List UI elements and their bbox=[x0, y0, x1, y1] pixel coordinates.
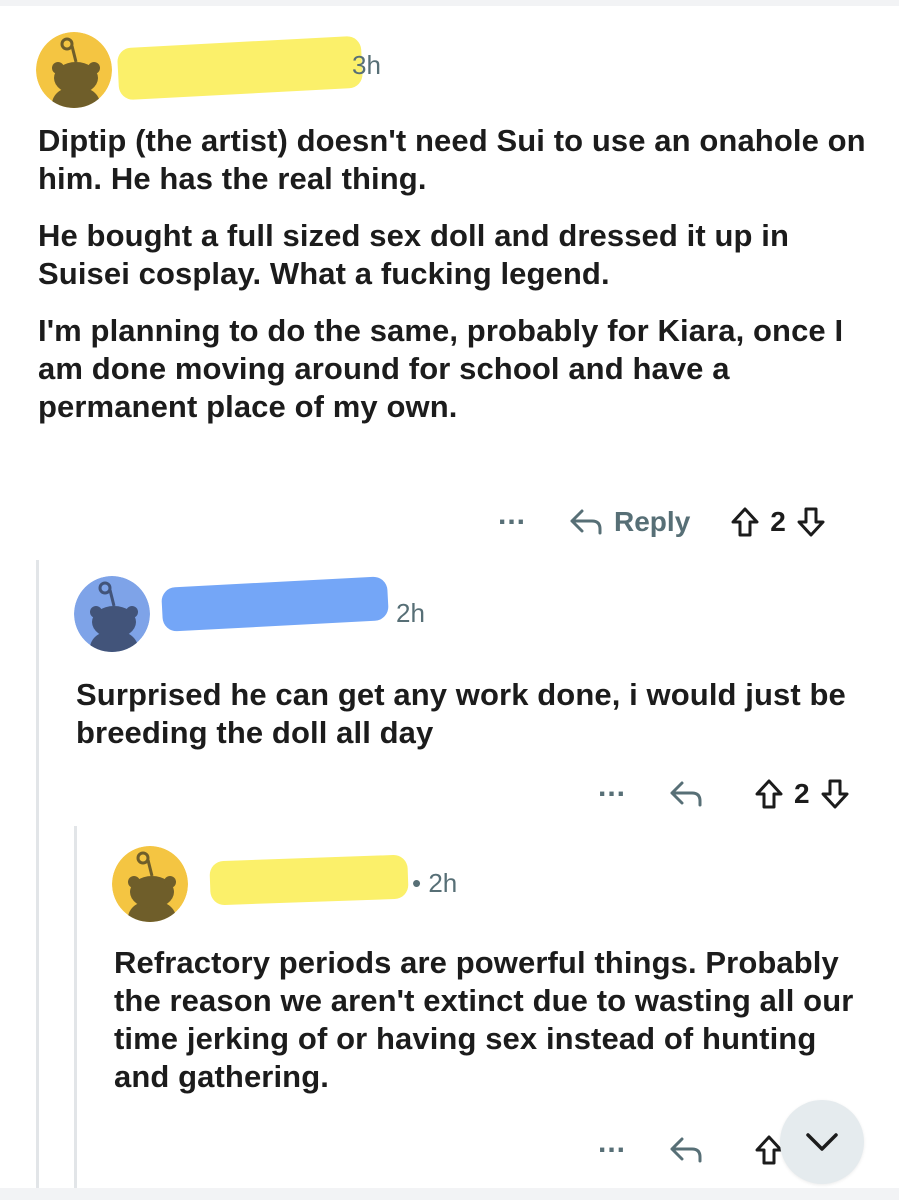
comment-age: • 2h bbox=[412, 868, 458, 898]
vote-score: 2 bbox=[794, 778, 810, 809]
snoo-avatar-icon bbox=[74, 576, 150, 652]
ellipsis-icon[interactable]: ... bbox=[598, 772, 626, 802]
thread-line[interactable] bbox=[74, 826, 77, 1200]
redacted-username bbox=[161, 576, 389, 632]
user-avatar[interactable] bbox=[36, 32, 112, 108]
comment-paragraph: Refractory periods are powerful things. … bbox=[114, 945, 854, 1094]
downvote-arrow-icon[interactable] bbox=[796, 506, 826, 538]
reply-button[interactable]: Reply bbox=[568, 506, 690, 538]
comment-paragraph: I'm planning to do the same, probably fo… bbox=[38, 313, 844, 424]
comment-body: Refractory periods are powerful things. … bbox=[114, 944, 854, 1115]
ellipsis-icon[interactable]: ... bbox=[498, 500, 526, 530]
reply-arrow-icon bbox=[668, 1135, 704, 1165]
downvote-arrow-icon[interactable] bbox=[820, 778, 850, 810]
redacted-username bbox=[116, 35, 364, 101]
vote-score: 2 bbox=[770, 506, 786, 537]
scroll-down-button[interactable] bbox=[780, 1100, 864, 1184]
comment-age: 2h bbox=[396, 598, 425, 628]
snoo-avatar-icon bbox=[36, 32, 112, 108]
user-avatar[interactable] bbox=[112, 846, 188, 922]
comment-actions: ... bbox=[598, 1128, 794, 1170]
reply-button[interactable] bbox=[668, 1135, 714, 1165]
upvote-arrow-icon[interactable] bbox=[730, 506, 760, 538]
reply-arrow-icon bbox=[668, 779, 704, 809]
chevron-down-icon bbox=[804, 1131, 840, 1153]
vote-controls: 2 bbox=[730, 506, 826, 538]
reply-label: Reply bbox=[614, 506, 691, 537]
comment-age: 3h bbox=[352, 50, 381, 80]
comment-meta: 2h bbox=[396, 598, 425, 629]
comment-paragraph: He bought a full sized sex doll and dres… bbox=[38, 218, 790, 291]
comment-paragraph: Surprised he can get any work done, i wo… bbox=[76, 677, 846, 750]
top-strip bbox=[0, 0, 899, 6]
reply-button[interactable] bbox=[668, 779, 714, 809]
comment-actions: ... 2 bbox=[598, 772, 850, 814]
comment-meta: 3h bbox=[352, 50, 381, 81]
user-avatar[interactable] bbox=[74, 576, 150, 652]
comment-actions: ... Reply 2 bbox=[498, 500, 826, 542]
comment-paragraph: Diptip (the artist) doesn't need Sui to … bbox=[38, 123, 866, 196]
redacted-username bbox=[209, 854, 409, 906]
bottom-strip bbox=[0, 1188, 899, 1200]
comment-body: Diptip (the artist) doesn't need Sui to … bbox=[38, 122, 868, 445]
comment-body: Surprised he can get any work done, i wo… bbox=[76, 676, 866, 771]
snoo-avatar-icon bbox=[112, 846, 188, 922]
comment-meta: • 2h bbox=[412, 868, 457, 899]
vote-controls: 2 bbox=[754, 778, 850, 810]
ellipsis-icon[interactable]: ... bbox=[598, 1128, 626, 1158]
thread-line[interactable] bbox=[36, 560, 39, 1200]
reply-arrow-icon bbox=[568, 507, 604, 537]
upvote-arrow-icon[interactable] bbox=[754, 778, 784, 810]
